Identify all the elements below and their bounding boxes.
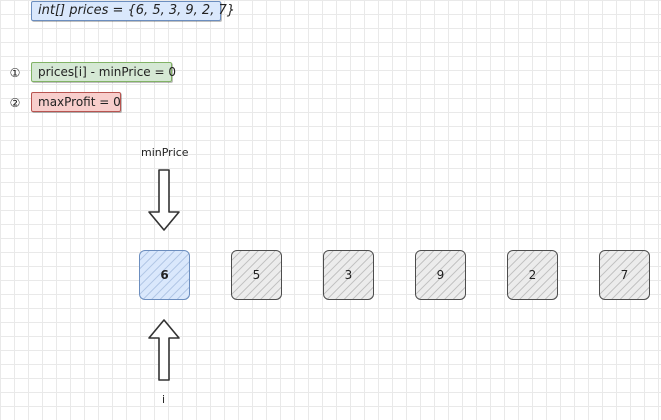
code-snippet: int[] prices = {6, 5, 3, 9, 2, 7}: [31, 1, 235, 21]
step-number-1: ①: [9, 66, 21, 80]
max-profit-box: maxProfit = 0: [31, 92, 121, 112]
step-number-2: ②: [9, 96, 21, 110]
up-arrow-icon: [148, 319, 180, 381]
array-cell-4: 2: [507, 250, 558, 300]
down-arrow-icon: [148, 169, 180, 231]
i-pointer-label: i: [162, 393, 166, 406]
formula-box: prices[i] - minPrice = 0: [31, 62, 176, 82]
array-cell-5: 7: [599, 250, 650, 300]
array-cell-3: 9: [415, 250, 466, 300]
minprice-pointer-label: minPrice: [141, 146, 189, 159]
array-cell-1: 5: [231, 250, 282, 300]
array-cell-0: 6: [139, 250, 190, 300]
array-cell-2: 3: [323, 250, 374, 300]
